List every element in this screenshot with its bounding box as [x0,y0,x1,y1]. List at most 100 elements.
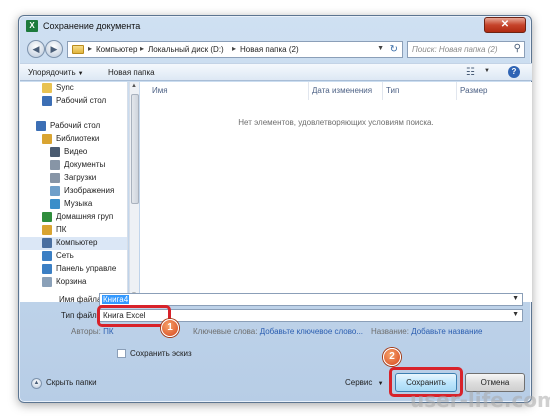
nav-scrollbar[interactable]: ▲ ▼ [129,82,139,302]
authors-label: Авторы: [71,327,101,336]
filetype-highlight [97,305,171,327]
breadcrumb-local-disk[interactable]: Локальный диск (D:) [148,45,224,54]
help-icon[interactable]: ? [508,66,520,78]
nav-item-recycle-bin[interactable]: Корзина [20,276,127,289]
chevron-down-icon: ▼ [377,381,384,387]
nav-item-label: Музыка [64,199,93,208]
keywords-label: Ключевые слова: [193,327,258,336]
filename-value: Книга4 [102,295,130,304]
nav-item-label: Изображения [64,186,115,195]
address-bar[interactable]: ▸ Компьютер ▸ Локальный диск (D:) ▸ Нова… [67,41,403,58]
desktop-icon [36,121,46,131]
close-button[interactable]: ✕ [484,17,526,33]
organize-label: Упорядочить [28,68,76,77]
downloads-icon [50,173,60,183]
authors-value[interactable]: ПК [103,327,113,336]
images-icon [50,186,60,196]
breadcrumb-separator-icon[interactable]: ▸ [88,44,92,53]
nav-item-label: Компьютер [56,238,98,247]
command-toolbar: Упорядочить ▼ Новая папка ☷ ▼ ? [20,63,532,81]
column-divider[interactable] [456,82,457,100]
column-header-name[interactable]: Имя [152,86,168,95]
nav-item-sync[interactable]: Sync [20,82,127,95]
nav-item-control-panel[interactable]: Панель управле [20,263,127,276]
nav-item-pc[interactable]: ПК [20,224,127,237]
nav-item-documents[interactable]: Документы [20,159,127,172]
file-list-pane: Имя Дата изменения Тип Размер Нет элемен… [140,82,532,302]
nav-item-music[interactable]: Музыка [20,198,127,211]
music-icon [50,199,60,209]
breadcrumb-separator-icon[interactable]: ▸ [232,44,236,53]
column-header-date[interactable]: Дата изменения [312,86,372,95]
nav-item-video[interactable]: Видео [20,146,127,159]
search-icon[interactable]: ⚲ [514,43,521,54]
nav-item-label: Панель управле [56,264,117,273]
library-icon [42,134,52,144]
column-header-size[interactable]: Размер [460,86,488,95]
nav-item-desktop-favorite[interactable]: Рабочий стол [20,95,127,108]
step-badge-2: 2 [383,348,401,366]
scroll-up-icon[interactable]: ▲ [131,83,137,89]
nav-item-images[interactable]: Изображения [20,185,127,198]
folder-icon [72,45,84,54]
navigation-pane: Sync Рабочий стол Рабочий стол Библиотек… [20,82,128,302]
new-folder-button[interactable]: Новая папка [108,68,155,77]
save-thumbnail-checkbox[interactable] [117,349,126,358]
watermark-text: user-life.com [410,388,550,412]
nav-item-label: Корзина [56,277,87,286]
filename-label: Имя файла: [59,295,104,304]
save-thumbnail-label[interactable]: Сохранить эскиз [130,349,192,358]
window-title: Сохранение документа [43,21,141,31]
chevron-down-icon[interactable]: ▼ [512,311,519,318]
search-placeholder: Поиск: Новая папка (2) [412,45,498,54]
nav-item-homegroup[interactable]: Домашняя груп [20,211,127,224]
save-dialog-window: X Сохранение документа ✕ ◀ ▶ ▸ Компьютер… [18,15,532,403]
nav-item-label: Sync [56,83,74,92]
nav-item-label: Библиотеки [56,134,100,143]
refresh-icon[interactable]: ↻ [390,44,398,55]
nav-item-label: Документы [64,160,106,169]
nav-item-label: ПК [56,225,67,234]
keywords-value[interactable]: Добавьте ключевое слово... [260,327,363,336]
nav-item-downloads[interactable]: Загрузки [20,172,127,185]
step-badge-1: 1 [161,319,179,337]
desktop-icon [42,96,52,106]
nav-item-network[interactable]: Сеть [20,250,127,263]
title-label: Название: [371,327,409,336]
title-value[interactable]: Добавьте название [411,327,482,336]
pc-icon [42,225,52,235]
organize-menu[interactable]: Упорядочить ▼ [28,68,84,77]
breadcrumb-computer[interactable]: Компьютер [96,45,137,54]
tools-label: Сервис [345,378,373,387]
chevron-up-icon: ▲ [31,378,42,389]
computer-icon [42,238,52,248]
view-dropdown-icon[interactable]: ▼ [484,68,490,74]
search-input[interactable]: Поиск: Новая папка (2) ⚲ [407,41,525,58]
column-divider[interactable] [308,82,309,100]
folder-icon [42,83,52,93]
recycle-bin-icon [42,277,52,287]
empty-folder-message: Нет элементов, удовлетворяющих условиям … [238,118,434,127]
breadcrumb-separator-icon[interactable]: ▸ [140,44,144,53]
address-dropdown-icon[interactable]: ▼ [377,45,384,52]
nav-item-label: Загрузки [64,173,97,182]
tools-menu[interactable]: Сервис ▼ [345,378,384,387]
nav-item-label: Домашняя груп [56,212,114,221]
column-header-type[interactable]: Тип [386,86,399,95]
excel-app-icon: X [26,20,38,32]
nav-item-libraries[interactable]: Библиотеки [20,133,127,146]
breadcrumb-new-folder[interactable]: Новая папка (2) [240,45,299,54]
forward-button[interactable]: ▶ [45,40,63,58]
nav-item-computer[interactable]: Компьютер [20,237,127,250]
chevron-down-icon[interactable]: ▼ [512,295,519,302]
keywords-field: Ключевые слова: Добавьте ключевое слово.… [193,327,363,336]
scrollbar-thumb[interactable] [131,94,139,204]
address-row: ◀ ▶ ▸ Компьютер ▸ Локальный диск (D:) ▸ … [23,38,527,60]
documents-icon [50,160,60,170]
nav-item-desktop[interactable]: Рабочий стол [20,120,127,133]
hide-folders-button[interactable]: ▲ Скрыть папки [31,378,97,389]
column-divider[interactable] [382,82,383,100]
view-options-icon[interactable]: ☷ [466,67,475,78]
video-icon [50,147,60,157]
back-button[interactable]: ◀ [27,40,45,58]
